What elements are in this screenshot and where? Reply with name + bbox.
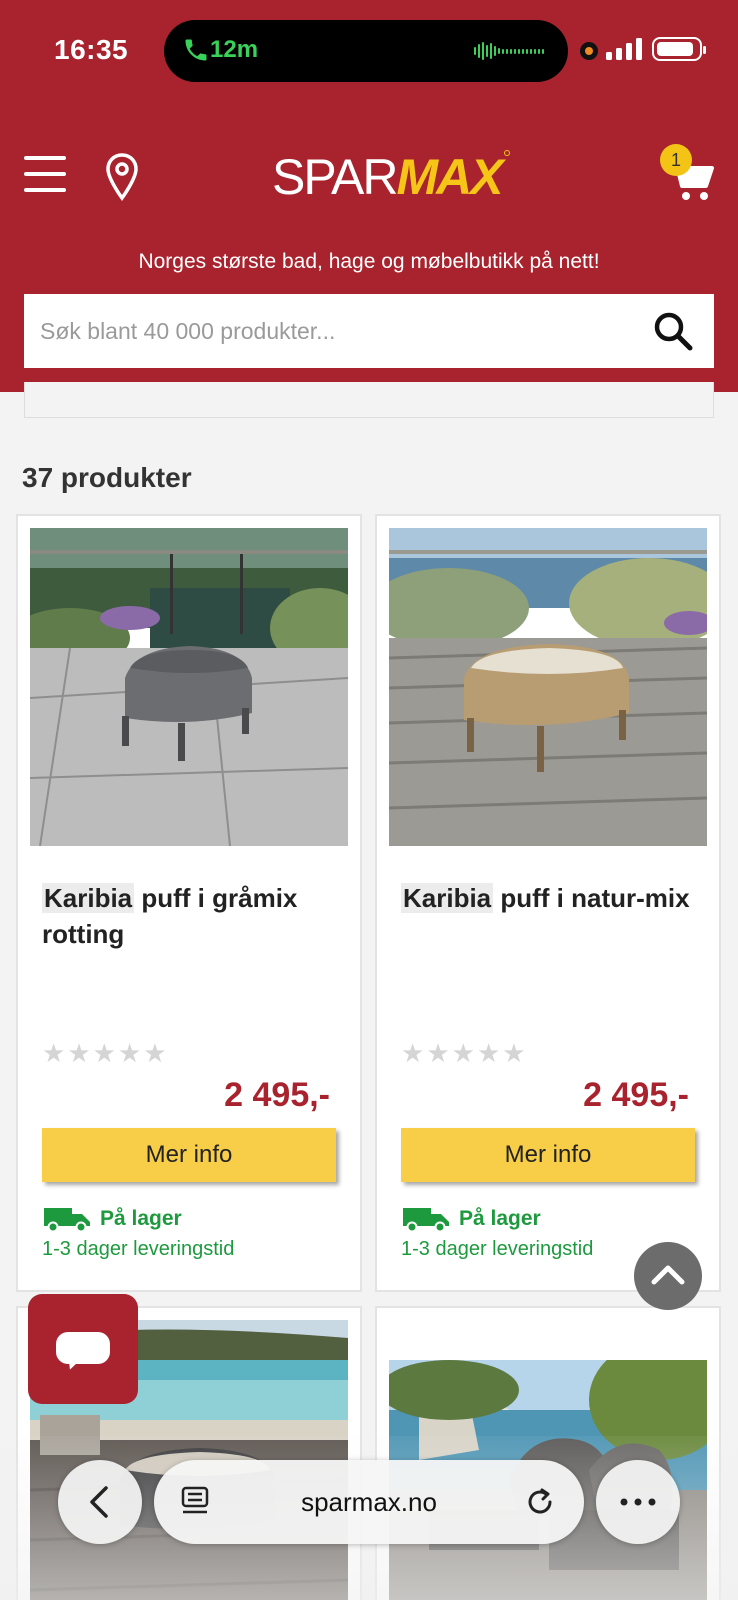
delivery-truck-icon [403, 1208, 449, 1232]
site-tagline: Norges største bad, hage og møbelbutikk … [138, 250, 600, 273]
delivery-truck-icon [44, 1208, 90, 1232]
product-card[interactable]: Karibia puff i natur-mix ★ ★ ★ ★ ★ 2 495,- M… [375, 514, 721, 1292]
stock-label: På lager [459, 1207, 541, 1230]
product-price: 2 495,- [583, 1076, 689, 1114]
star-icon: ★ [476, 1038, 501, 1068]
url-text[interactable]: sparmax.no [154, 1460, 584, 1544]
rating-stars: ★ ★ ★ ★ ★ [401, 1040, 526, 1066]
status-bar: 16:35 12m [0, 0, 738, 100]
product-brand: Karibia [401, 883, 494, 913]
product-card[interactable]: Karibia puff i gråmix rotting ★ ★ ★ ★ ★ 2 49… [16, 514, 362, 1292]
star-icon: ★ [502, 1038, 526, 1068]
search-bar [24, 294, 714, 368]
star-icon: ★ [42, 1038, 66, 1068]
address-bar[interactable]: sparmax.no [154, 1460, 584, 1544]
product-count: 37 produkter [22, 462, 192, 493]
chat-icon-tail [64, 1356, 80, 1372]
product-title[interactable]: Karibia puff i natur-mix [401, 880, 701, 916]
star-icon: ★ [67, 1038, 91, 1068]
search-input[interactable] [40, 294, 640, 368]
reload-icon[interactable] [522, 1484, 558, 1520]
browser-more-button[interactable] [596, 1460, 680, 1544]
star-icon: ★ [143, 1038, 167, 1068]
star-icon: ★ [401, 1038, 425, 1068]
product-price: 2 495,- [224, 1076, 330, 1114]
more-info-button[interactable]: Mer info [401, 1128, 695, 1182]
product-name: puff i natur-mix [493, 883, 690, 913]
stock-label: På lager [100, 1207, 182, 1230]
stock-status: På lager [401, 1206, 541, 1232]
status-time: 16:35 [54, 34, 129, 65]
dynamic-island[interactable]: 12m [164, 20, 568, 82]
logo-max-text: MAX [396, 149, 503, 205]
browser-back-button[interactable] [58, 1460, 142, 1544]
call-duration: 12m [210, 36, 259, 63]
delivery-time: 1-3 dager leveringstid [401, 1238, 594, 1260]
logo-spar-text: SPAR [272, 149, 398, 205]
phone-icon [185, 39, 207, 61]
filter-panel[interactable] [24, 382, 714, 418]
trademark-icon [503, 150, 510, 156]
star-icon: ★ [92, 1038, 116, 1068]
location-pin-icon[interactable] [104, 152, 140, 202]
search-icon[interactable] [652, 310, 694, 352]
delivery-time: 1-3 dager leveringstid [42, 1238, 235, 1260]
more-dots-icon [620, 1498, 656, 1506]
product-image[interactable] [30, 528, 348, 846]
chevron-up-icon [651, 1265, 685, 1285]
cellular-signal-icon [606, 38, 642, 60]
sparmax-logo[interactable]: SPAR MAX [272, 148, 510, 205]
rating-stars: ★ ★ ★ ★ ★ [42, 1040, 167, 1066]
chat-icon [56, 1332, 110, 1364]
chat-button[interactable] [28, 1294, 138, 1404]
hamburger-menu-icon[interactable] [24, 156, 66, 192]
product-brand: Karibia [42, 883, 135, 913]
battery-icon [652, 37, 706, 61]
stock-status: På lager [42, 1206, 182, 1232]
site-header: 16:35 12m SPAR MAX 1 Norges største bad,… [0, 0, 738, 392]
cart-count-badge: 1 [660, 144, 692, 176]
star-icon: ★ [117, 1038, 142, 1068]
recording-indicator-icon [580, 42, 598, 60]
scroll-to-top-button[interactable] [634, 1242, 702, 1310]
more-info-button[interactable]: Mer info [42, 1128, 336, 1182]
audio-waveform-icon [474, 42, 546, 60]
star-icon: ★ [451, 1038, 475, 1068]
chevron-left-icon [90, 1486, 108, 1518]
product-image[interactable] [389, 528, 707, 846]
product-title[interactable]: Karibia puff i gråmix rotting [42, 880, 342, 952]
star-icon: ★ [426, 1038, 450, 1068]
